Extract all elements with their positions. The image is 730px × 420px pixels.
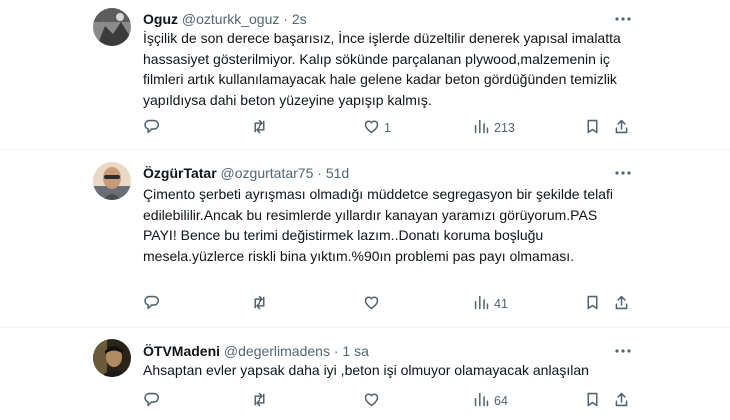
author-name[interactable]: ÖzgürTatar: [143, 165, 217, 181]
author-handle[interactable]: @ozgurtatar75: [221, 165, 314, 181]
separator: ·: [317, 165, 322, 181]
views-icon: [473, 294, 490, 314]
separator: ·: [333, 343, 339, 359]
reply-button[interactable]: [143, 294, 164, 314]
tweet-header: ÖTVMadeni @degerlimadens · 1 sa: [143, 342, 369, 360]
author-handle[interactable]: @degerlimadens: [224, 343, 330, 359]
action-bar: 41: [143, 294, 633, 314]
action-bar: 64: [143, 391, 633, 411]
like-button[interactable]: 1: [363, 118, 391, 138]
reply-icon: [143, 391, 160, 411]
heart-icon: [363, 118, 380, 138]
tweet-text: Çimento şerbeti ayrışması olmadığı müdde…: [143, 186, 613, 264]
author-name[interactable]: Oguz: [143, 11, 178, 27]
like-count: 1: [384, 121, 391, 135]
heart-icon: [363, 391, 380, 411]
separator: ·: [283, 11, 288, 27]
like-button[interactable]: [363, 391, 384, 411]
tweet-text: İşçilik de son derece başarısız, İnce iş…: [143, 30, 621, 108]
more-icon[interactable]: [614, 164, 632, 182]
tweet[interactable]: ÖTVMadeni @degerlimadens · 1 sa Ahsaptan…: [0, 328, 730, 420]
retweet-button[interactable]: [251, 391, 272, 411]
views-icon: [473, 391, 490, 411]
bookmark-button[interactable]: [584, 118, 601, 138]
avatar[interactable]: [93, 162, 131, 200]
views-button[interactable]: 41: [473, 294, 508, 314]
reply-button[interactable]: [143, 118, 164, 138]
reply-icon: [143, 118, 160, 138]
timestamp[interactable]: 1 sa: [342, 343, 368, 359]
heart-icon: [363, 294, 380, 314]
reply-button[interactable]: [143, 391, 164, 411]
bookmark-icon: [584, 118, 601, 138]
retweet-icon: [251, 391, 268, 411]
bookmark-button[interactable]: [584, 391, 601, 411]
tweet-text: Ahsaptan evler yapsak daha iyi ,beton iş…: [143, 362, 589, 378]
share-button[interactable]: [613, 118, 630, 138]
bookmark-icon: [584, 391, 601, 411]
avatar[interactable]: [93, 8, 131, 46]
views-icon: [473, 118, 490, 138]
action-bar: 1 213: [143, 118, 633, 138]
retweet-button[interactable]: [251, 294, 272, 314]
bookmark-button[interactable]: [584, 294, 601, 314]
views-count: 64: [494, 394, 508, 408]
avatar[interactable]: [93, 339, 131, 377]
share-button[interactable]: [613, 294, 630, 314]
views-count: 41: [494, 297, 508, 311]
author-name[interactable]: ÖTVMadeni: [143, 343, 220, 359]
views-button[interactable]: 213: [473, 118, 515, 138]
bookmark-icon: [584, 294, 601, 314]
share-icon: [613, 391, 630, 411]
author-handle[interactable]: @ozturkk_oguz: [182, 11, 279, 27]
share-icon: [613, 118, 630, 138]
more-icon[interactable]: [614, 342, 632, 360]
more-icon[interactable]: [614, 10, 632, 28]
tweet-header: ÖzgürTatar @ozgurtatar75 · 51d: [143, 164, 349, 182]
retweet-icon: [251, 118, 268, 138]
tweet-header: Oguz @ozturkk_oguz · 2s: [143, 10, 307, 28]
like-button[interactable]: [363, 294, 384, 314]
views-count: 213: [494, 121, 515, 135]
tweet[interactable]: Oguz @ozturkk_oguz · 2s İşçilik de son d…: [0, 0, 730, 150]
timestamp[interactable]: 2s: [292, 11, 307, 27]
reply-icon: [143, 294, 160, 314]
retweet-icon: [251, 294, 268, 314]
views-button[interactable]: 64: [473, 391, 508, 411]
retweet-button[interactable]: [251, 118, 272, 138]
timestamp[interactable]: 51d: [326, 165, 349, 181]
share-button[interactable]: [613, 391, 630, 411]
tweet[interactable]: ÖzgürTatar @ozgurtatar75 · 51d Çimento ş…: [0, 150, 730, 328]
share-icon: [613, 294, 630, 314]
